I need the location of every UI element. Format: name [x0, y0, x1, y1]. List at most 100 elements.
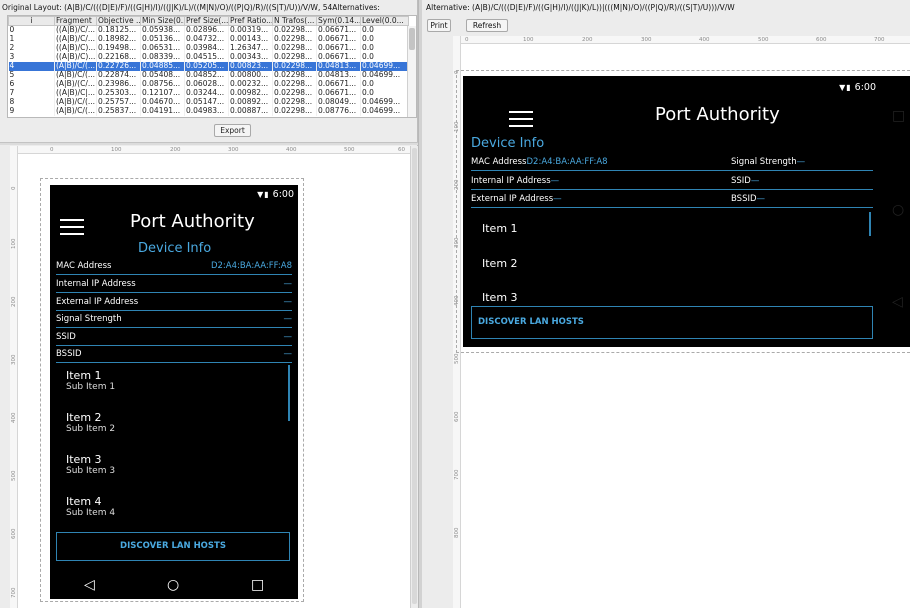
ruler-tick-label: 100 [111, 147, 122, 153]
table-cell: (A|B)/C/(... [54, 106, 97, 116]
refresh-button[interactable]: Refresh [466, 19, 508, 32]
canvas-scrollbar[interactable] [410, 146, 418, 608]
wifi-battery-icon: ▼▮ [257, 190, 270, 199]
ruler-tick-label: 500 [758, 37, 769, 43]
list-item[interactable]: Item 1 Sub Item 1 [66, 369, 115, 392]
discover-lan-hosts-button[interactable]: DISCOVER LAN HOSTS [56, 532, 290, 561]
table-cell: 0.02896... [184, 25, 229, 35]
table-cell: 0.00232... [228, 79, 273, 89]
column-header[interactable]: Objective ... [96, 16, 141, 26]
hamburger-menu-icon[interactable] [509, 111, 533, 132]
table-row[interactable]: 2 ((A|B)/C)... 0.19498... 0.06531... 0.03984… [8, 43, 409, 53]
export-button[interactable]: Export [214, 124, 251, 137]
table-cell: 0.04699... [360, 61, 409, 71]
column-header[interactable]: N Trafos(... [272, 16, 317, 26]
ruler-tick-label: 600 [816, 37, 827, 43]
column-header[interactable]: Pref Size(... [184, 16, 229, 26]
back-icon[interactable]: ◁ [892, 294, 903, 310]
ruler-tick-label: 500 [11, 470, 17, 482]
hamburger-menu-icon[interactable] [60, 219, 84, 240]
table-cell: 0.02298... [272, 61, 317, 71]
list-item[interactable]: Item 3 Sub Item 3 [66, 453, 115, 476]
table-cell: ((A|B)/C)... [54, 52, 97, 62]
table-cell: 0.08339... [140, 52, 185, 62]
table-cell: 0.06028... [184, 79, 229, 89]
table-row[interactable]: 3 ((A|B)/C)... 0.22168... 0.08339... 0.04515… [8, 52, 409, 62]
table-row[interactable]: 6 (A|B)/(C/... 0.23986... 0.08756... 0.06028… [8, 79, 409, 89]
table-cell: 0.02298... [272, 88, 317, 98]
table-cell: 0.06671... [316, 43, 361, 53]
table-cell: 0.03984... [184, 43, 229, 53]
table-cell: 8 [8, 97, 55, 107]
table-row[interactable]: 0 ((A|B)/C/... 0.18125... 0.05938... 0.02896… [8, 25, 409, 35]
table-cell: 0.22168... [96, 52, 141, 62]
table-cell: 0.0 [360, 25, 409, 35]
table-cell: 0.06671... [316, 25, 361, 35]
list-item-title: Item 1 [66, 369, 102, 382]
column-header[interactable]: i [8, 16, 55, 26]
alternatives-table[interactable]: i Fragment Objective ... Min Size(0... P… [7, 15, 417, 118]
table-row[interactable]: 4 (A|B)/C/(... 0.22726... 0.04885... 0.05205… [8, 61, 409, 71]
home-icon[interactable]: ○ [892, 202, 904, 218]
table-scrollbar[interactable] [407, 26, 416, 117]
column-header[interactable]: Min Size(0... [140, 16, 185, 26]
table-cell: 0.04813... [316, 61, 361, 71]
print-button[interactable]: Print [427, 19, 451, 32]
info-label: SSID— [731, 176, 760, 186]
table-cell: 2 [8, 43, 55, 53]
list-item[interactable]: Item 1 [482, 222, 518, 235]
column-header[interactable]: Level(0.0... [360, 16, 409, 26]
canvas-scrollbar-thumb[interactable] [412, 148, 417, 604]
list-scrollbar[interactable] [288, 365, 290, 421]
table-cell: 1 [8, 34, 55, 44]
info-row-ssid: SSID — [56, 329, 292, 346]
table-row[interactable]: 7 ((A|B)/C|... 0.25303... 0.12107... 0.03244… [8, 88, 409, 98]
ruler-tick-label: 800 [454, 527, 460, 539]
table-row[interactable]: 5 (A|B)/C/(... 0.22874... 0.05408... 0.04852… [8, 70, 409, 80]
table-scrollbar-thumb[interactable] [409, 28, 415, 50]
list-item-title: Item 2 [66, 411, 102, 424]
column-header[interactable]: Pref Ratio... [228, 16, 273, 26]
info-label: Internal IP Address— [471, 176, 560, 186]
wifi-battery-icon: ▼▮ [839, 83, 852, 92]
host-list[interactable]: Item 1 Sub Item 1 Item 2 Sub Item 2 Item… [56, 365, 292, 525]
status-bar: ▼▮ 6:00 [257, 189, 294, 200]
column-header[interactable]: Fragment [54, 16, 97, 26]
recent-apps-icon[interactable]: □ [251, 577, 264, 593]
ruler-tick-label: 100 [523, 37, 534, 43]
table-cell: 0.06671... [316, 34, 361, 44]
ruler-tick-label: 600 [11, 528, 17, 540]
list-item[interactable]: Item 2 [482, 257, 518, 270]
list-item[interactable]: Item 3 [482, 291, 518, 304]
table-cell: 0.08049... [316, 97, 361, 107]
table-row[interactable]: 1 ((A|B)/C/... 0.18982... 0.05136... 0.04732… [8, 34, 409, 44]
list-item[interactable]: Item 4 Sub Item 4 [66, 495, 115, 518]
list-item-title: Item 3 [66, 453, 102, 466]
home-icon[interactable]: ○ [167, 577, 179, 593]
info-label: External IP Address [56, 297, 139, 307]
horizontal-ruler: 0 100 200 300 400 500 600 700 [453, 36, 910, 44]
table-cell: 0.00343... [228, 52, 273, 62]
info-label: BSSID [56, 349, 82, 359]
list-scrollbar[interactable] [869, 212, 871, 236]
table-cell: 7 [8, 88, 55, 98]
table-row[interactable]: 8 (A|B)/C/(... 0.25757... 0.04670... 0.05147… [8, 97, 409, 107]
column-header[interactable]: Sym(0.14... [316, 16, 361, 26]
app-title: Port Authority [655, 104, 780, 125]
list-item[interactable]: Item 2 Sub Item 2 [66, 411, 115, 434]
table-cell: 0.23986... [96, 79, 141, 89]
info-label: MAC AddressD2:A4:BA:AA:FF:A8 [471, 157, 608, 167]
table-cell: (A|B)/(C/... [54, 79, 97, 89]
discover-lan-hosts-button[interactable]: DISCOVER LAN HOSTS [471, 306, 873, 339]
panel-divider[interactable] [0, 142, 418, 145]
table-cell: 3 [8, 52, 55, 62]
recent-apps-icon[interactable]: □ [892, 108, 905, 124]
back-icon[interactable]: ◁ [84, 577, 95, 593]
info-row-mac-signal: MAC AddressD2:A4:BA:AA:FF:A8 Signal Stre… [471, 154, 873, 171]
list-item-subtitle: Sub Item 2 [66, 424, 116, 434]
info-value: — [283, 332, 293, 342]
host-list[interactable]: Item 1 Item 2 Item 3 [471, 212, 873, 304]
ruler-tick-label: 300 [228, 147, 239, 153]
ruler-tick-label: 700 [11, 587, 17, 599]
table-row[interactable]: 9 (A|B)/C/(... 0.25837... 0.04191... 0.04983… [8, 106, 409, 116]
